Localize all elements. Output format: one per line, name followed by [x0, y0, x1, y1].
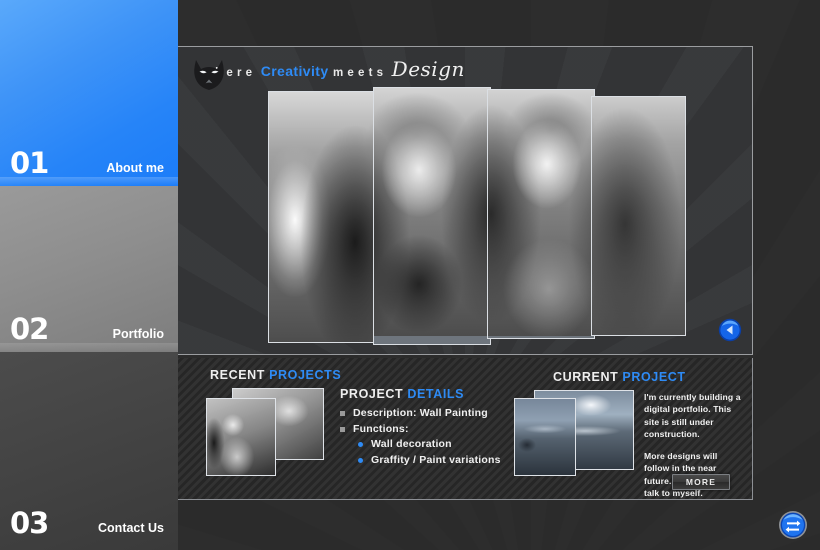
list-item: Description: Wall Painting — [340, 407, 535, 420]
recent-project-thumbnails[interactable] — [206, 388, 326, 478]
list-item-label: Graffity / Paint variations — [371, 453, 501, 466]
photo-pane[interactable] — [268, 91, 388, 343]
heading-word-recent: RECENT — [210, 368, 265, 382]
list-item: Wall decoration — [340, 439, 535, 451]
sidebar-item-contact-us[interactable]: 03 Contact Us — [0, 352, 178, 550]
fox-head-logo-icon — [192, 57, 226, 91]
sidebar-nav: 01 About me 02 Portfolio 03 Contact Us — [0, 0, 178, 550]
photo-image — [592, 97, 685, 335]
swap-arrows-orb-icon[interactable] — [778, 510, 808, 540]
slideshow-panel: where Creativity meets Design — [178, 46, 753, 355]
heading-word-details: DETAILS — [407, 387, 465, 401]
sidebar-item-label: Contact Us — [98, 520, 164, 535]
dot-bullet-icon — [358, 442, 363, 448]
photo-pane[interactable] — [591, 96, 686, 336]
list-item: Graffity / Paint variations — [340, 453, 535, 467]
main-stage: where Creativity meets Design RECENT PRO… — [178, 0, 820, 550]
tagline-word-creativity: Creativity — [260, 63, 329, 79]
content-panel: RECENT PROJECTS PROJECT DETAILS Descript… — [178, 358, 753, 500]
dot-bullet-icon — [358, 457, 363, 463]
photo-image — [374, 88, 490, 336]
sidebar-item-number: 03 — [10, 506, 49, 540]
thumbnail-image — [515, 399, 575, 475]
photo-pane[interactable] — [487, 89, 595, 339]
sidebar-item-label: About me — [106, 160, 164, 175]
list-item-label: Functions: — [353, 422, 409, 435]
tagline-word-design: Design — [391, 57, 465, 81]
next-arrow-orb-icon[interactable] — [718, 318, 742, 342]
sidebar-item-label: Portfolio — [112, 326, 164, 341]
thumbnail[interactable] — [206, 398, 276, 476]
sidebar-item-portfolio[interactable]: 02 Portfolio — [0, 186, 178, 352]
heading-word-projects: PROJECTS — [269, 368, 342, 382]
square-bullet-icon — [340, 426, 345, 432]
tagline-word-meets: meets — [332, 67, 388, 79]
current-project-thumbnails[interactable] — [514, 390, 636, 478]
sidebar-item-about-me[interactable]: 01 About me — [0, 0, 178, 186]
current-project-heading: CURRENT PROJECT — [553, 371, 686, 384]
photo-image — [269, 92, 387, 342]
heading-word-project: PROJECT — [622, 370, 686, 384]
photo-mosaic[interactable] — [268, 87, 688, 347]
recent-projects-heading: RECENT PROJECTS — [210, 369, 341, 382]
project-details-heading: PROJECT DETAILS — [340, 388, 464, 401]
list-item-label: Wall decoration — [371, 438, 452, 451]
photo-pane[interactable] — [373, 87, 491, 345]
project-details-list: Description: Wall Painting Functions: Wa… — [340, 407, 535, 470]
current-paragraph-1: I'm currently building a digital portfol… — [644, 392, 741, 440]
list-item-label: Description: Wall Painting — [353, 407, 488, 419]
sidebar-item-number: 02 — [10, 312, 49, 346]
tagline: where Creativity meets Design — [202, 59, 465, 80]
list-item: Functions: — [340, 422, 535, 436]
square-bullet-icon — [340, 411, 345, 416]
thumbnail[interactable] — [514, 398, 576, 476]
sidebar-item-number: 01 — [10, 146, 49, 180]
thumbnail-image — [207, 399, 275, 475]
photo-image — [488, 90, 594, 336]
heading-word-project: PROJECT — [340, 387, 404, 401]
more-button[interactable]: MORE — [672, 474, 730, 490]
more-button-label: MORE — [685, 477, 717, 487]
heading-word-current: CURRENT — [553, 370, 619, 384]
